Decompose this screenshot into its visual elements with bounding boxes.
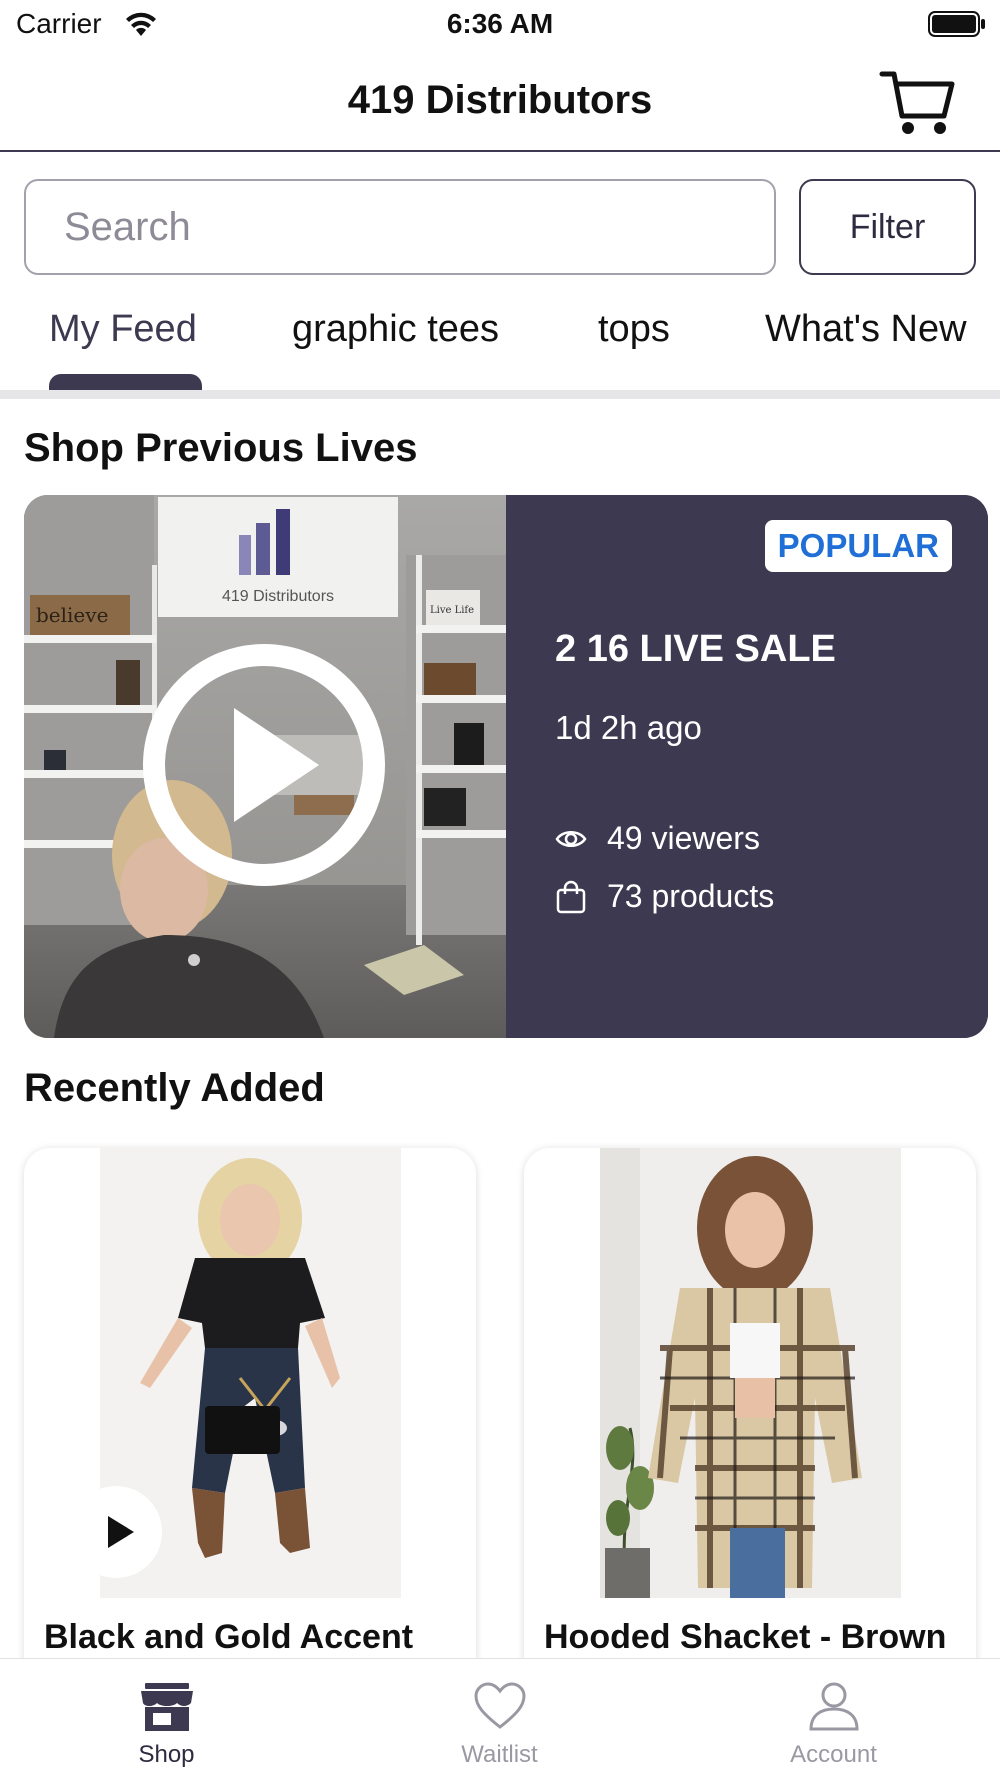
tab-bar-account-label: Account — [790, 1741, 877, 1768]
product-card[interactable]: Hooded Shacket - Brown — [524, 1148, 976, 1708]
tab-graphic-tees[interactable]: graphic tees — [292, 308, 499, 351]
tab-my-feed[interactable]: My Feed — [49, 308, 197, 351]
play-icon — [108, 1516, 134, 1548]
active-tab-indicator — [49, 374, 202, 390]
product-image[interactable] — [600, 1148, 901, 1598]
live-sale-title: 2 16 LIVE SALE — [555, 628, 836, 670]
battery-icon — [928, 11, 985, 37]
cart-icon[interactable] — [878, 68, 956, 138]
filter-button[interactable]: Filter — [799, 179, 976, 275]
popular-badge: POPULAR — [764, 520, 952, 572]
tab-bar-shop-label: Shop — [138, 1741, 195, 1768]
page-title: 419 Distributors — [347, 78, 653, 122]
search-input[interactable] — [24, 179, 776, 275]
viewers-count: 49 viewers — [607, 820, 760, 856]
product-photo-plaid-shacket — [600, 1148, 901, 1598]
section-title-previous-lives: Shop Previous Lives — [24, 426, 418, 470]
live-time-ago: 1d 2h ago — [555, 709, 702, 746]
products-stat: 73 products — [555, 878, 774, 915]
thumbnail-believe-text: believe — [36, 603, 108, 627]
live-sale-card[interactable]: 419 Distributors believe Live Life POPUL… — [24, 495, 988, 1038]
live-info-panel: POPULAR 2 16 LIVE SALE 1d 2h ago 49 view… — [506, 495, 988, 1038]
product-title: Black and Gold Accent — [44, 1618, 414, 1656]
account-icon — [808, 1682, 859, 1731]
eye-icon — [555, 830, 587, 847]
section-title-recently-added: Recently Added — [24, 1066, 325, 1110]
product-title: Hooded Shacket - Brown — [544, 1618, 947, 1656]
tab-tops[interactable]: tops — [598, 308, 670, 351]
live-thumbnail[interactable]: 419 Distributors believe Live Life — [24, 495, 506, 1038]
status-time: 6:36 AM — [446, 8, 554, 39]
heart-icon — [473, 1682, 526, 1729]
shopping-bag-icon — [556, 880, 586, 913]
products-count: 73 products — [607, 878, 775, 914]
thumbnail-right-sign-text: Live Life — [430, 605, 474, 616]
tabs-divider — [0, 390, 1000, 399]
product-card[interactable]: Black and Gold Accent — [24, 1148, 476, 1708]
video-play-button[interactable] — [70, 1486, 162, 1578]
shop-icon — [140, 1683, 193, 1731]
status-bar: Carrier 6:36 AM — [0, 0, 1000, 50]
bottom-tab-bar: Shop Waitlist Account — [0, 1658, 1000, 1778]
category-tabs: My Feed graphic tees tops What's New — [0, 300, 1000, 390]
tab-bar-account[interactable]: Account — [667, 1659, 1000, 1778]
live-thumbnail-image: 419 Distributors believe Live Life — [24, 495, 506, 1038]
thumbnail-sign-text: 419 Distributors — [222, 588, 334, 605]
nav-bar: 419 Distributors — [0, 50, 1000, 152]
tab-bar-waitlist[interactable]: Waitlist — [333, 1659, 666, 1778]
viewers-stat: 49 viewers — [555, 820, 760, 857]
tab-bar-shop[interactable]: Shop — [0, 1659, 333, 1778]
tab-whats-new[interactable]: What's New — [765, 308, 967, 351]
tab-bar-waitlist-label: Waitlist — [461, 1741, 538, 1768]
